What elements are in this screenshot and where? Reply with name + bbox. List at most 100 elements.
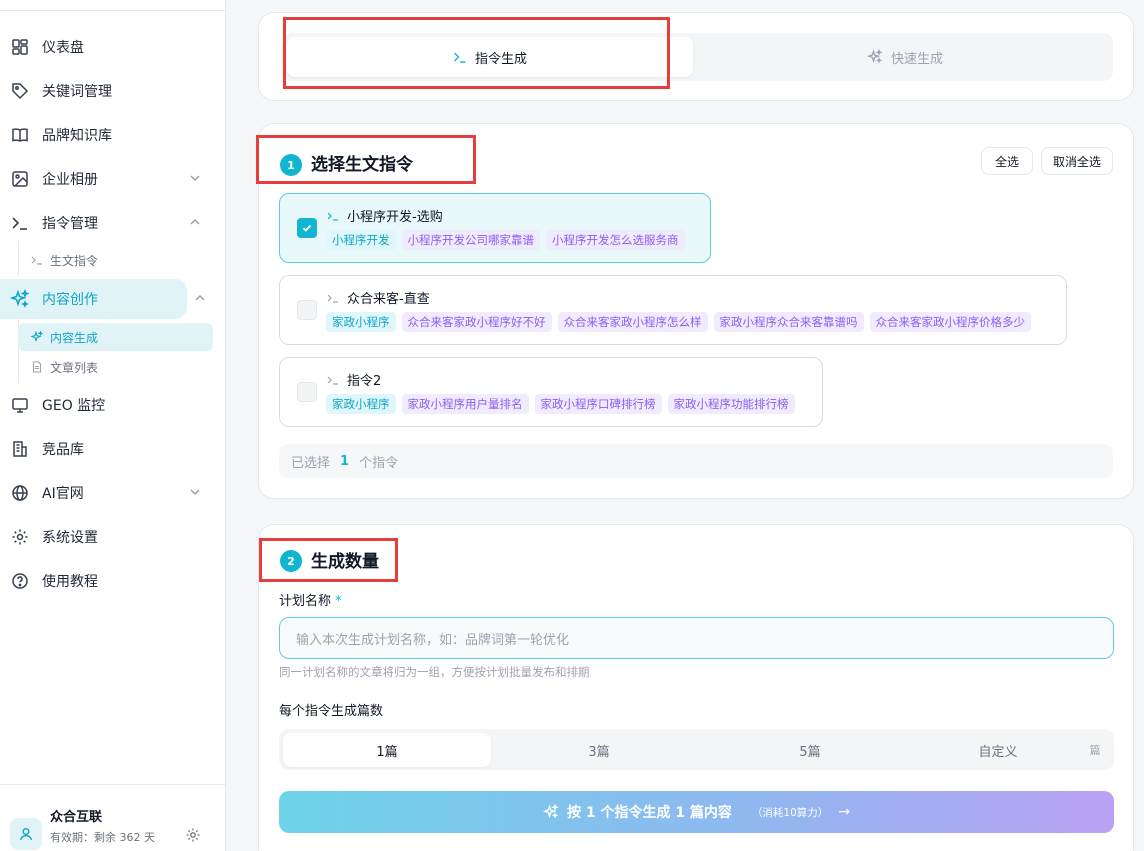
user-icon (19, 828, 33, 841)
checkbox[interactable] (297, 218, 317, 238)
selection-summary: 已选择 1 个指令 (279, 444, 1113, 478)
sidebar-item-label: 企业相册 (42, 172, 98, 188)
selected-count: 1 (340, 453, 350, 469)
summary-suffix: 个指令 (359, 455, 399, 471)
book-icon (10, 125, 30, 145)
tag-icon (10, 81, 30, 101)
plan-name-input[interactable]: 输入本次生成计划名称，如：品牌词第一轮优化 (279, 617, 1114, 659)
sidebar-subitem-label: 文章列表 (50, 360, 99, 375)
sidebar-item-label: 竞品库 (42, 442, 84, 458)
sidebar-item-album[interactable]: 企业相册 (0, 159, 214, 199)
section-title: 选择生文指令 (311, 155, 413, 175)
keyword-tag: 家政小程序 (326, 394, 396, 414)
count-option-1[interactable]: 1篇 (283, 733, 491, 767)
count-option-custom[interactable]: 自定义 (918, 733, 1078, 767)
command-card[interactable]: 指令2 家政小程序 家政小程序用户量排名 家政小程序口碑排行榜 家政小程序功能排… (279, 357, 823, 427)
keyword-tag: 众合来客家政小程序价格多少 (869, 312, 1031, 332)
sidebar-item-label: 内容创作 (42, 292, 98, 308)
command-card[interactable]: 众合来客-直查 家政小程序 众合来客家政小程序好不好 众合来客家政小程序怎么样 … (279, 275, 1067, 345)
tab-quick-generate[interactable]: 快速生成 (700, 37, 1110, 77)
sidebar-item-label: 品牌知识库 (42, 128, 112, 144)
checkbox[interactable] (297, 382, 317, 402)
keyword-tag: 家政小程序众合来客靠谱吗 (713, 312, 864, 332)
sidebar-subitem-content-generate[interactable]: 内容生成 (18, 323, 213, 351)
keyword-tag: 小程序开发公司哪家靠谱 (401, 230, 540, 250)
sidebar-item-competitors[interactable]: 竞品库 (0, 429, 214, 469)
checkbox[interactable] (297, 300, 317, 320)
generate-button[interactable]: 按 1 个指令生成 1 篇内容 （消耗10算力） → (279, 791, 1114, 833)
globe-icon (10, 483, 30, 503)
sidebar-item-tutorial[interactable]: 使用教程 (0, 561, 214, 601)
keyword-tag: 家政小程序 (326, 312, 396, 332)
sidebar-item-label: 关键词管理 (42, 84, 112, 100)
gear-icon[interactable] (185, 827, 201, 843)
sparkles-icon (866, 49, 883, 65)
sidebar-item-label: AI官网 (42, 486, 84, 502)
image-icon (10, 169, 30, 189)
keyword-tag: 家政小程序口碑排行榜 (534, 394, 662, 414)
deselect-all-button[interactable]: 取消全选 (1041, 147, 1113, 175)
sidebar-item-ai-site[interactable]: AI官网 (0, 473, 214, 513)
keyword-tag: 家政小程序用户量排名 (401, 394, 529, 414)
section-title: 生成数量 (311, 552, 379, 572)
document-icon (31, 361, 43, 373)
building-icon (10, 439, 30, 459)
select-all-button[interactable]: 全选 (981, 147, 1033, 175)
command-card[interactable]: 小程序开发-选购 小程序开发 小程序开发公司哪家靠谱 小程序开发怎么选服务商 (279, 193, 711, 263)
chevron-up-icon (195, 294, 205, 301)
check-icon (302, 224, 312, 232)
count-option-5[interactable]: 5篇 (706, 733, 914, 767)
sidebar-item-commands[interactable]: 指令管理 (0, 203, 214, 243)
sparkles-icon (542, 804, 559, 820)
generate-cost: （消耗10算力） (751, 806, 829, 819)
sidebar-subitem-label: 生文指令 (50, 253, 99, 268)
sidebar-item-brand-knowledge[interactable]: 品牌知识库 (0, 115, 214, 155)
sidebar-item-label: GEO 监控 (42, 398, 106, 414)
sidebar-item-content-creation[interactable]: 内容创作 (0, 279, 205, 319)
custom-unit: 篇 (1089, 744, 1101, 757)
sidebar-item-label: 指令管理 (42, 216, 98, 232)
count-option-3[interactable]: 3篇 (495, 733, 703, 767)
chevron-up-icon (190, 218, 200, 225)
command-title: 众合来客-直查 (347, 292, 430, 307)
sidebar-item-label: 使用教程 (42, 574, 98, 590)
arrow-right-icon: → (838, 804, 851, 820)
keyword-tag: 小程序开发 (326, 230, 396, 250)
sidebar-item-label: 仪表盘 (42, 40, 84, 56)
chevron-down-icon (190, 489, 200, 496)
user-name: 众合互联 (50, 810, 103, 825)
terminal-icon (10, 213, 30, 233)
sidebar-subitem-label: 内容生成 (50, 330, 99, 345)
sparkles-icon (31, 331, 43, 343)
sidebar-item-geo-monitor[interactable]: GEO 监控 (0, 385, 214, 425)
count-label: 每个指令生成篇数 (279, 704, 384, 719)
step-badge: 1 (280, 154, 302, 176)
sidebar-item-label: 系统设置 (42, 530, 98, 546)
required-mark: * (335, 594, 342, 609)
plan-name-hint: 同一计划名称的文章将归为一组，方便按计划批量发布和排期 (279, 665, 590, 679)
tab-label: 指令生成 (474, 51, 527, 67)
keyword-tag: 家政小程序功能排行榜 (667, 394, 795, 414)
sidebar-subitem-command[interactable]: 生文指令 (18, 246, 213, 274)
command-title: 指令2 (347, 374, 382, 389)
sidebar-item-settings[interactable]: 系统设置 (0, 517, 214, 557)
terminal-icon (327, 210, 339, 222)
avatar[interactable] (10, 818, 42, 850)
sidebar-item-dashboard[interactable]: 仪表盘 (0, 27, 214, 67)
tab-label: 快速生成 (890, 51, 943, 67)
plan-name-label-text: 计划名称 (279, 594, 332, 609)
generate-label: 按 1 个指令生成 1 篇内容 (566, 805, 732, 821)
keyword-tag: 小程序开发怎么选服务商 (546, 230, 685, 250)
summary-prefix: 已选择 (291, 455, 331, 471)
step-badge: 2 (280, 550, 302, 572)
dashboard-icon (10, 37, 30, 57)
sparkles-icon (10, 289, 30, 309)
tab-command-generate[interactable]: 指令生成 (287, 37, 693, 77)
command-title: 小程序开发-选购 (347, 210, 443, 225)
sidebar: 仪表盘 关键词管理 品牌知识库 企业相册 指令管理 生文指令 内容创作 内容生成… (0, 0, 226, 851)
sidebar-item-keywords[interactable]: 关键词管理 (0, 71, 214, 111)
user-expiry: 有效期：剩余 362 天 (50, 831, 155, 844)
terminal-icon (327, 374, 339, 386)
help-icon (10, 571, 30, 591)
sidebar-subitem-article-list[interactable]: 文章列表 (18, 353, 213, 381)
